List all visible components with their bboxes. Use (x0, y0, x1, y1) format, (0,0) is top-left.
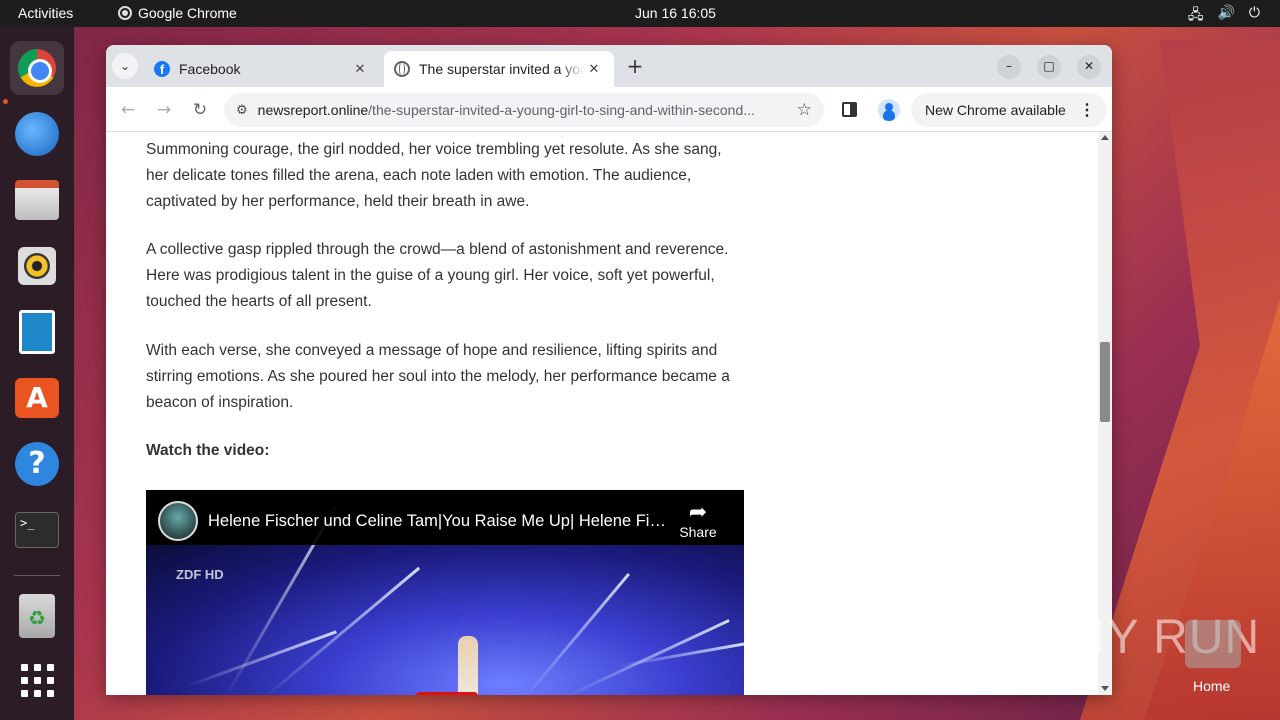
dock-files[interactable] (10, 173, 64, 227)
dock-trash[interactable]: ♻ (10, 589, 64, 643)
close-icon: ✕ (1083, 59, 1095, 73)
dock-show-apps[interactable] (10, 653, 64, 707)
bookmark-star-icon[interactable]: ☆ (797, 100, 812, 120)
article-paragraph: With each verse, she conveyed a message … (146, 342, 730, 411)
tab-strip: ⌄ f Facebook ✕ The superstar invited a y… (106, 45, 1112, 87)
url-path: /the-superstar-invited-a-young-girl-to-s… (368, 102, 755, 118)
tab-title: Facebook (179, 61, 241, 77)
light-beam (615, 642, 744, 668)
dock-help[interactable]: ? (10, 437, 64, 491)
system-top-bar: Activities Google Chrome Jun 16 16:05 🖧 … (0, 0, 1280, 27)
forward-button[interactable]: → (150, 96, 178, 124)
minimize-button[interactable]: – (997, 55, 1021, 79)
kebab-menu-icon[interactable]: ⋮ (1079, 100, 1095, 120)
close-window-button[interactable]: ✕ (1077, 55, 1101, 79)
dock-app-center[interactable]: A (10, 371, 64, 425)
scroll-down-arrow-icon[interactable] (1101, 686, 1109, 691)
active-app-name: Google Chrome (138, 5, 237, 21)
light-beam (185, 630, 337, 688)
clock[interactable]: Jun 16 16:05 (635, 5, 716, 21)
arrow-left-icon: ← (120, 100, 136, 120)
share-button[interactable]: ➦ Share (674, 499, 722, 541)
back-button[interactable]: ← (114, 96, 142, 124)
reload-icon: ↻ (192, 100, 208, 120)
embedded-youtube-video[interactable]: ZDF HD Helene Fischer und Celine Tam|You… (146, 490, 744, 695)
video-thumbnail[interactable]: ZDF HD (146, 505, 744, 695)
video-title[interactable]: Helene Fischer und Celine Tam|You Raise … (208, 512, 673, 531)
dock-chrome[interactable] (10, 41, 64, 95)
dock-writer[interactable] (10, 305, 64, 359)
reload-button[interactable]: ↻ (186, 96, 214, 124)
plus-icon: + (626, 54, 644, 78)
thunderbird-icon (15, 112, 59, 156)
trash-icon: ♻ (19, 594, 55, 638)
system-tray[interactable]: 🖧 🔊 ⏻ (1188, 4, 1260, 28)
network-icon: 🖧 (1187, 6, 1204, 22)
show-apps-icon (20, 663, 54, 697)
light-beam (524, 572, 630, 695)
running-indicator (3, 99, 8, 104)
activities-button[interactable]: Activities (18, 5, 73, 21)
channel-avatar[interactable] (158, 501, 198, 541)
url-text[interactable]: newsreport.online/the-superstar-invited-… (258, 102, 785, 118)
light-beam (565, 619, 730, 695)
home-folder-label: Home (1193, 678, 1231, 694)
help-icon: ? (15, 442, 59, 486)
page-content: Summoning courage, the girl nodded, her … (106, 132, 1098, 695)
channel-logo: ZDF HD (176, 567, 224, 582)
singer-figure (458, 636, 478, 695)
power-icon: ⏻ (1248, 4, 1260, 20)
dock-rhythmbox[interactable] (10, 239, 64, 293)
rhythmbox-icon (18, 247, 56, 285)
dock: A ? >_ ♻ (0, 27, 74, 720)
watch-video-heading: Watch the video: (146, 442, 270, 459)
scroll-thumb[interactable] (1100, 342, 1110, 422)
article-paragraph: A collective gasp rippled through the cr… (146, 241, 729, 310)
chrome-update-button[interactable]: New Chrome available ⋮ (911, 93, 1107, 127)
app-center-icon: A (15, 378, 59, 418)
article-paragraph: Summoning courage, the girl nodded, her … (146, 141, 722, 210)
chrome-icon (18, 49, 56, 87)
volume-icon: 🔊 (1217, 4, 1235, 20)
facebook-icon: f (154, 61, 170, 77)
writer-icon (19, 310, 55, 354)
stage-prop (416, 692, 478, 695)
home-folder-icon[interactable] (1185, 620, 1241, 668)
profile-avatar-icon[interactable] (878, 99, 900, 121)
dock-terminal[interactable]: >_ (10, 503, 64, 557)
url-host: newsreport.online (257, 102, 369, 118)
minimize-icon: – (1006, 59, 1012, 73)
share-label: Share (679, 524, 717, 540)
video-header: Helene Fischer und Celine Tam|You Raise … (146, 490, 744, 545)
tab-facebook[interactable]: f Facebook ✕ (144, 51, 380, 87)
tab-article[interactable]: The superstar invited a young girl to si… (384, 51, 614, 87)
terminal-icon: >_ (15, 512, 59, 548)
update-label: New Chrome available (925, 102, 1066, 118)
chrome-window: ⌄ f Facebook ✕ The superstar invited a y… (106, 45, 1112, 695)
active-app-menu[interactable]: Google Chrome (118, 5, 237, 21)
side-panel-icon[interactable] (842, 102, 857, 117)
maximize-button[interactable]: □ (1037, 55, 1061, 79)
browser-toolbar: ← → ↻ ⚙ newsreport.online/the-superstar-… (106, 87, 1112, 132)
address-bar[interactable]: ⚙ newsreport.online/the-superstar-invite… (224, 93, 824, 127)
tab-close-button[interactable]: ✕ (584, 59, 604, 79)
site-info-icon[interactable]: ⚙ (236, 102, 248, 118)
tab-close-button[interactable]: ✕ (350, 59, 370, 79)
dock-separator (14, 575, 60, 576)
files-icon (15, 180, 59, 220)
new-tab-button[interactable]: + (621, 54, 649, 78)
dock-thunderbird[interactable] (10, 107, 64, 161)
maximize-icon: □ (1043, 59, 1055, 73)
chrome-app-icon (118, 6, 132, 20)
chevron-down-icon: ⌄ (119, 59, 131, 73)
tab-title: The superstar invited a young girl to si… (419, 61, 584, 77)
arrow-right-icon: → (156, 100, 172, 120)
tab-search-button[interactable]: ⌄ (112, 53, 138, 79)
scroll-up-arrow-icon[interactable] (1101, 135, 1109, 140)
share-icon: ➦ (688, 499, 708, 524)
globe-icon (394, 61, 410, 77)
